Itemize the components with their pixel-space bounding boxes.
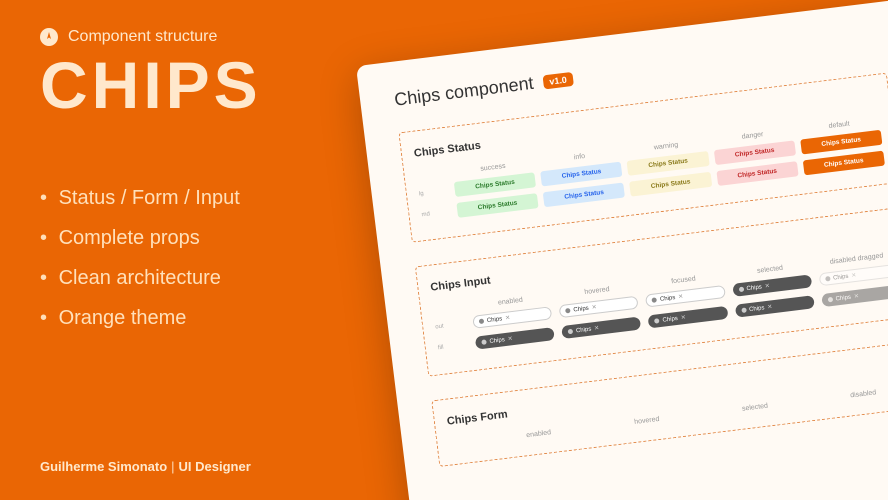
avatar-icon (654, 318, 660, 324)
input-chip[interactable]: Chips✕ (475, 327, 555, 350)
status-chip-info[interactable]: Chips Status (540, 162, 622, 187)
feature-item: Status / Form / Input (40, 178, 400, 218)
input-chip[interactable]: Chips✕ (648, 306, 728, 329)
close-icon[interactable]: ✕ (591, 304, 597, 312)
chip-label: Chips (573, 305, 589, 313)
chip-label: Chips (749, 305, 765, 313)
chip-label: Chips (660, 295, 676, 303)
status-chip-warning[interactable]: Chips Status (627, 151, 709, 176)
input-chip[interactable]: Chips✕ (561, 316, 641, 339)
chip-label: Chips (487, 316, 503, 324)
close-icon[interactable]: ✕ (680, 314, 686, 322)
avatar-icon (565, 308, 571, 314)
page-title: CHIPS (40, 52, 400, 118)
avatar-icon (479, 319, 485, 325)
close-icon: ✕ (851, 272, 857, 280)
author-name: Guilherme Simonato (40, 459, 167, 474)
chip-label: Chips (833, 273, 849, 281)
input-chip-selected[interactable]: Chips✕ (732, 274, 812, 297)
close-icon[interactable]: ✕ (767, 303, 773, 311)
status-chip-success[interactable]: Chips Status (456, 193, 538, 218)
logo-icon (40, 28, 58, 46)
input-chip[interactable]: Chips✕ (645, 285, 725, 308)
close-icon[interactable]: ✕ (764, 282, 770, 290)
component-panel: Chips component v1.0 Chips Status succes… (356, 0, 888, 500)
avatar-icon (825, 276, 831, 282)
row-label: fill (438, 341, 469, 351)
row-label: md (421, 208, 452, 218)
close-icon[interactable]: ✕ (505, 314, 511, 322)
col-header: hovered (597, 411, 696, 430)
col-header (449, 438, 480, 449)
status-chip-info[interactable]: Chips Status (543, 182, 625, 207)
separator: | (171, 459, 174, 474)
col-header: disabled dragged (817, 251, 888, 268)
subtitle-text: Component structure (68, 28, 217, 46)
subtitle-row: Component structure (40, 28, 400, 46)
close-icon[interactable]: ✕ (594, 325, 600, 333)
col-header: disabled (814, 385, 888, 404)
avatar-icon (568, 329, 574, 335)
author-credit: Guilherme Simonato | UI Designer (40, 459, 251, 474)
status-chip-default[interactable]: Chips Status (800, 130, 882, 155)
close-icon[interactable]: ✕ (678, 293, 684, 301)
status-chip-success[interactable]: Chips Status (454, 172, 536, 197)
avatar-icon (741, 307, 747, 313)
version-badge: v1.0 (543, 71, 574, 88)
chip-label: Chips (835, 294, 851, 302)
promo-card: Component structure CHIPS Status / Form … (0, 0, 888, 500)
row-label: lg (419, 187, 450, 197)
col-header: enabled (489, 425, 588, 444)
status-chip-danger[interactable]: Chips Status (716, 161, 798, 186)
avatar-icon (738, 287, 744, 293)
status-chip-danger[interactable]: Chips Status (713, 140, 795, 165)
row-label: out (435, 320, 466, 330)
status-chip-default[interactable]: Chips Status (803, 151, 885, 176)
input-chip[interactable]: Chips✕ (472, 306, 552, 329)
close-icon: ✕ (853, 293, 859, 301)
panel-title: Chips component (393, 73, 535, 111)
left-content: Component structure CHIPS Status / Form … (40, 28, 400, 338)
feature-item: Complete props (40, 218, 400, 258)
chip-label: Chips (662, 315, 678, 323)
feature-item: Clean architecture (40, 258, 400, 298)
close-icon[interactable]: ✕ (507, 335, 513, 343)
input-chip[interactable]: Chips✕ (559, 296, 639, 319)
input-chip-selected[interactable]: Chips✕ (734, 295, 814, 318)
author-role: UI Designer (179, 459, 251, 474)
avatar-icon (827, 297, 833, 303)
input-chip-disabled: Chips✕ (818, 264, 888, 287)
chip-label: Chips (489, 337, 505, 345)
avatar-icon (652, 297, 658, 303)
col-header (417, 170, 448, 181)
chip-label: Chips (576, 326, 592, 334)
col-header (433, 304, 464, 315)
feature-list: Status / Form / Input Complete props Cle… (40, 178, 400, 338)
input-chip-disabled: Chips✕ (821, 285, 888, 308)
chip-label: Chips (746, 284, 762, 292)
feature-item: Orange theme (40, 298, 400, 338)
avatar-icon (481, 339, 487, 345)
status-chip-warning[interactable]: Chips Status (629, 172, 711, 197)
col-header: selected (705, 398, 804, 417)
